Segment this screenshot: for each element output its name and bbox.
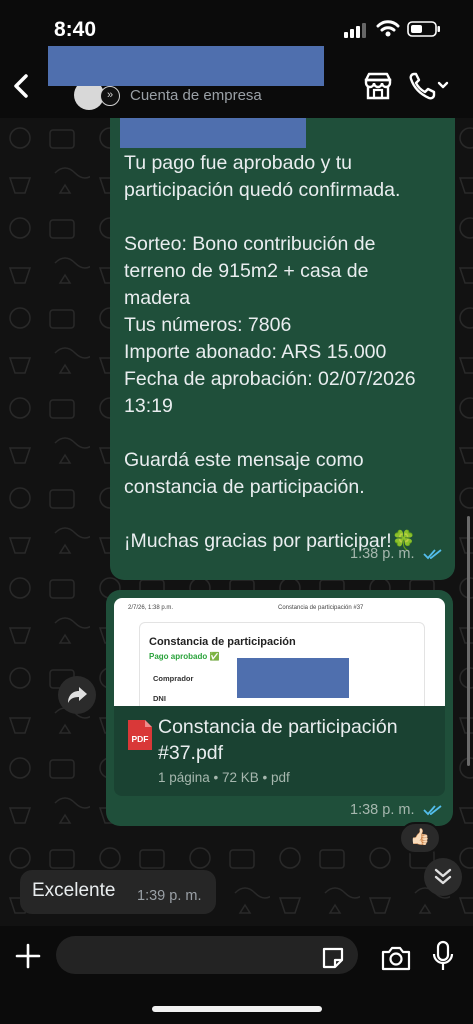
scrollbar[interactable] — [467, 516, 470, 766]
message-text: Tu pago fue aprobado y tu participación … — [124, 152, 416, 552]
business-label: Cuenta de empresa — [130, 87, 262, 104]
scroll-down-button[interactable] — [424, 858, 462, 896]
back-icon[interactable] — [8, 68, 36, 104]
forward-button[interactable] — [58, 676, 96, 714]
plus-icon[interactable] — [14, 942, 42, 970]
pdf-icon: PDF — [128, 720, 152, 750]
message-reply[interactable]: Excelente 1:39 p. m. — [20, 870, 216, 914]
reaction-emoji[interactable]: 👍🏻 — [399, 822, 441, 854]
call-icon[interactable] — [408, 70, 452, 102]
preview-label-buyer: Comprador — [153, 674, 194, 683]
status-time: 8:40 — [54, 18, 97, 41]
file-info: 1 página • 72 KB • pdf — [158, 770, 290, 785]
pdf-badge-label: PDF — [132, 734, 149, 744]
forward-icon — [68, 687, 87, 703]
message-text: Excelente — [32, 880, 116, 901]
redacted-block — [237, 658, 349, 698]
message-input[interactable] — [56, 936, 358, 974]
file-attachment[interactable]: PDF Constancia de participación #37.pdf … — [114, 706, 445, 796]
message-meta: 1:38 p. m. — [350, 546, 443, 562]
chat-header: » Cuenta de empresa — [0, 46, 473, 118]
preview-header-center: Constancia de participación #37 — [278, 605, 364, 611]
wifi-icon — [376, 20, 400, 37]
message-document[interactable]: 2/7/26, 1:38 p.m. Constancia de particip… — [106, 590, 453, 826]
message-time: 1:38 p. m. — [350, 546, 415, 562]
camera-icon[interactable] — [380, 944, 412, 972]
message-time: 1:38 p. m. — [350, 802, 415, 818]
store-icon[interactable] — [362, 70, 394, 102]
business-badge-icon: » — [100, 86, 120, 106]
chevron-down-icon — [437, 81, 449, 89]
contact-name-redacted[interactable] — [48, 46, 324, 86]
sticker-icon[interactable] — [320, 945, 346, 971]
message-time: 1:39 p. m. — [137, 888, 202, 904]
preview-title: Constancia de participación — [149, 636, 296, 648]
battery-icon — [407, 21, 440, 37]
redacted-block — [120, 118, 306, 148]
read-ticks-icon — [422, 805, 442, 816]
signal-icon — [344, 23, 366, 38]
chat-area[interactable]: Tu pago fue aprobado y tu participación … — [0, 118, 473, 926]
preview-status: Pago aprobado ✅ — [149, 652, 220, 661]
message-meta: 1:38 p. m. — [350, 802, 443, 818]
input-bar — [0, 926, 473, 1024]
read-ticks-icon — [422, 549, 442, 560]
home-indicator — [152, 1006, 322, 1012]
message-confirmation[interactable]: Tu pago fue aprobado y tu participación … — [110, 118, 455, 580]
preview-header-left: 2/7/26, 1:38 p.m. — [128, 605, 174, 611]
scroll-down-icon — [434, 868, 452, 885]
mic-icon[interactable] — [432, 940, 454, 974]
document-preview[interactable]: 2/7/26, 1:38 p.m. Constancia de particip… — [114, 598, 445, 706]
file-name: Constancia de participación #37.pdf — [158, 716, 398, 764]
preview-label-id: DNI — [153, 694, 166, 703]
